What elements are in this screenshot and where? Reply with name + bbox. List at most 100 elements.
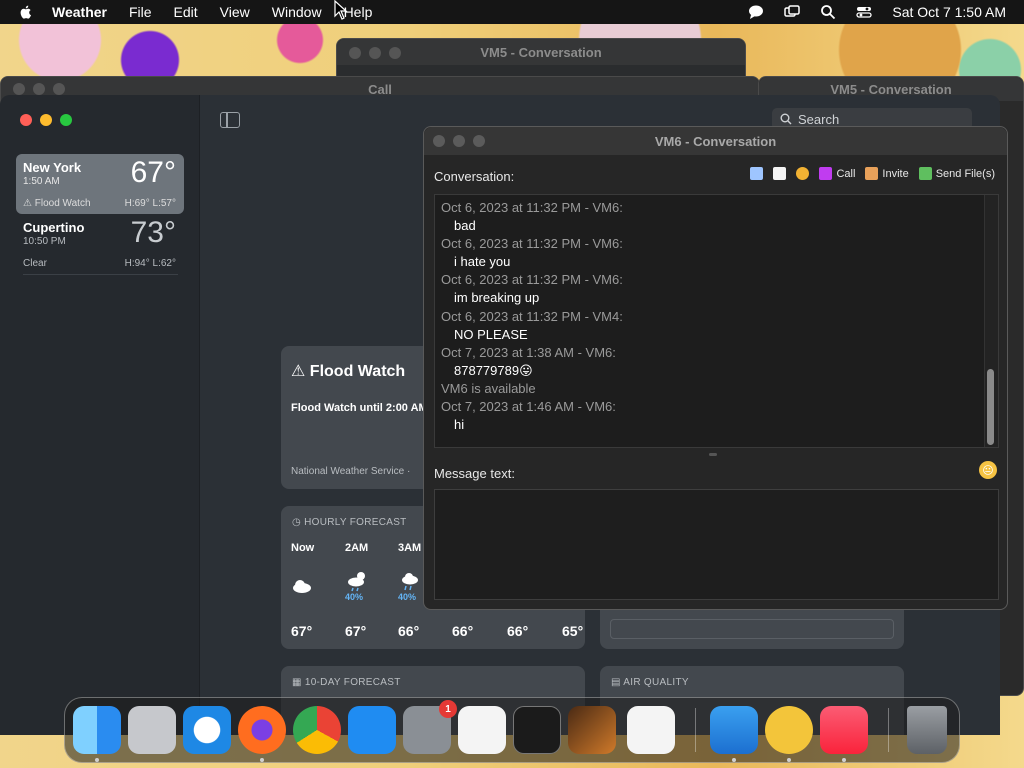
message-body: 878779789😛 (454, 363, 533, 378)
menu-file[interactable]: File (129, 4, 152, 20)
vm6-conversation-window: VM6 - Conversation Conversation: Call In… (423, 126, 1008, 610)
minimize-button[interactable] (40, 114, 52, 126)
system-settings-icon[interactable]: 1 (403, 700, 457, 754)
send-files-label: Send File(s) (935, 167, 995, 180)
message-item: Oct 6, 2023 at 11:32 PM - VM6: im breaki… (441, 271, 623, 307)
cloud-moon-rain-icon (348, 572, 365, 592)
finder-icon[interactable] (73, 706, 121, 754)
firefox-icon[interactable] (238, 706, 286, 754)
minimize-button[interactable] (453, 135, 465, 147)
window-controls (20, 114, 72, 126)
launchpad-icon[interactable] (128, 706, 176, 754)
alert-title: ⚠ Flood Watch (291, 363, 406, 380)
window-controls (433, 135, 485, 147)
location-temp: 73° (130, 216, 176, 249)
conversation-transcript[interactable]: Oct 6, 2023 at 11:32 PM - VM6: bad Oct 6… (434, 194, 999, 448)
message-header: Oct 6, 2023 at 11:32 PM - VM6: (441, 200, 623, 215)
vm6-titlebar[interactable]: VM6 - Conversation (424, 127, 1007, 155)
location-temp: 67° (130, 156, 176, 189)
hourly-header: ◷ HOURLY FORECAST (292, 517, 407, 528)
people-icon (865, 167, 879, 180)
vm5-window-title: VM5 - Conversation (480, 44, 602, 60)
message-item: Oct 6, 2023 at 11:32 PM - VM6: i hate yo… (441, 235, 623, 271)
menu-app-name[interactable]: Weather (52, 4, 107, 20)
hour-temp: 66° (398, 623, 420, 639)
zoom-button[interactable] (60, 114, 72, 126)
menu-window[interactable]: Window (272, 4, 322, 20)
dock: 1 (64, 697, 960, 763)
location-condition: Clear (23, 258, 47, 269)
textedit-icon[interactable] (458, 706, 506, 754)
notes-button[interactable] (750, 167, 764, 180)
notification-badge: 1 (439, 700, 457, 718)
message-header: Oct 7, 2023 at 1:38 AM - VM6: (441, 345, 616, 360)
cloud-icon (293, 580, 311, 593)
safari-icon[interactable] (183, 706, 231, 754)
flood-watch-card[interactable]: ⚠ Flood Watch Flood Watch until 2:00 AM … (281, 346, 431, 489)
hour-temp: 66° (452, 623, 474, 639)
dock-separator (888, 708, 889, 752)
menu-edit[interactable]: Edit (174, 4, 198, 20)
search-icon (780, 113, 792, 125)
chrome-icon[interactable] (293, 706, 341, 754)
hour-2am: 2AM 40% 67° (345, 542, 385, 639)
garageband-icon[interactable] (568, 706, 616, 754)
message-header: Oct 6, 2023 at 11:32 PM - VM4: (441, 309, 623, 324)
call-button[interactable]: Call (819, 167, 855, 180)
emoji-icon: 😐 (982, 464, 994, 477)
emoji-button[interactable]: 😐 (979, 461, 997, 479)
transfer-button[interactable] (773, 167, 787, 180)
weather-app-icon[interactable] (710, 706, 758, 754)
close-button[interactable] (433, 135, 445, 147)
ten-day-header: ▦ 10-DAY FORECAST (292, 677, 401, 688)
message-input[interactable] (434, 489, 999, 600)
search-placeholder: Search (798, 111, 840, 127)
location-cupertino[interactable]: Cupertino 10:50 PM 73° Clear H:94° L:62° (16, 214, 184, 274)
dock-separator (695, 708, 696, 752)
scrollbar-thumb[interactable] (987, 369, 994, 445)
message-item: Oct 6, 2023 at 11:32 PM - VM4: NO PLEASE (441, 308, 623, 344)
hour-temp: 67° (345, 623, 367, 639)
hour-now: Now 67° (291, 542, 331, 639)
running-indicator (787, 758, 791, 762)
hour-temp: 65° (562, 623, 584, 639)
menu-view[interactable]: View (220, 4, 250, 20)
menu-bar: Weather File Edit View Window Help Sat O… (0, 0, 1024, 24)
menu-clock[interactable]: Sat Oct 7 1:50 AM (892, 4, 1006, 20)
pane-splitter[interactable] (709, 453, 717, 456)
chat-bubble-icon[interactable] (748, 4, 764, 20)
spotlight-search-icon[interactable] (820, 4, 836, 20)
gear-icon (796, 167, 810, 180)
trash-icon[interactable] (907, 706, 947, 754)
document-icon (750, 167, 764, 180)
close-button[interactable] (20, 114, 32, 126)
terminal-icon[interactable] (513, 706, 561, 754)
message-item: Oct 7, 2023 at 1:46 AM - VM6: hi (441, 398, 616, 434)
presence-status: VM6 is available (441, 381, 536, 396)
hour-label: 2AM (345, 542, 369, 554)
control-center-icon[interactable] (856, 4, 873, 20)
music-icon[interactable] (820, 706, 868, 754)
message-text-label: Message text: (434, 466, 515, 481)
message-body: hi (454, 417, 465, 432)
message-item: Oct 6, 2023 at 11:32 PM - VM6: bad (441, 199, 623, 235)
chat-app-icon[interactable] (765, 706, 813, 754)
hour-temp: 67° (291, 623, 313, 639)
app-store-icon[interactable] (348, 706, 396, 754)
invite-button[interactable]: Invite (865, 167, 909, 180)
running-indicator (842, 758, 846, 762)
cloud-rain-icon (402, 573, 418, 591)
running-indicator (95, 758, 99, 762)
weather-sidebar: New York 1:50 AM 67° ⚠ Flood Watch H:69°… (0, 95, 200, 735)
location-new-york[interactable]: New York 1:50 AM 67° ⚠ Flood Watch H:69°… (16, 154, 184, 214)
send-files-button[interactable]: Send File(s) (918, 167, 995, 180)
message-body: bad (454, 218, 476, 233)
settings-button[interactable] (796, 167, 810, 180)
message-item: Oct 7, 2023 at 1:38 AM - VM6: 878779789😛 (441, 344, 616, 380)
zoom-button[interactable] (473, 135, 485, 147)
conversation-toolbar: Call Invite Send File(s) (750, 167, 995, 180)
screen-mirroring-icon[interactable] (784, 4, 801, 20)
vscode-icon[interactable] (627, 706, 675, 754)
sidebar-toggle-icon[interactable] (220, 112, 240, 128)
apple-icon[interactable] (18, 4, 34, 20)
